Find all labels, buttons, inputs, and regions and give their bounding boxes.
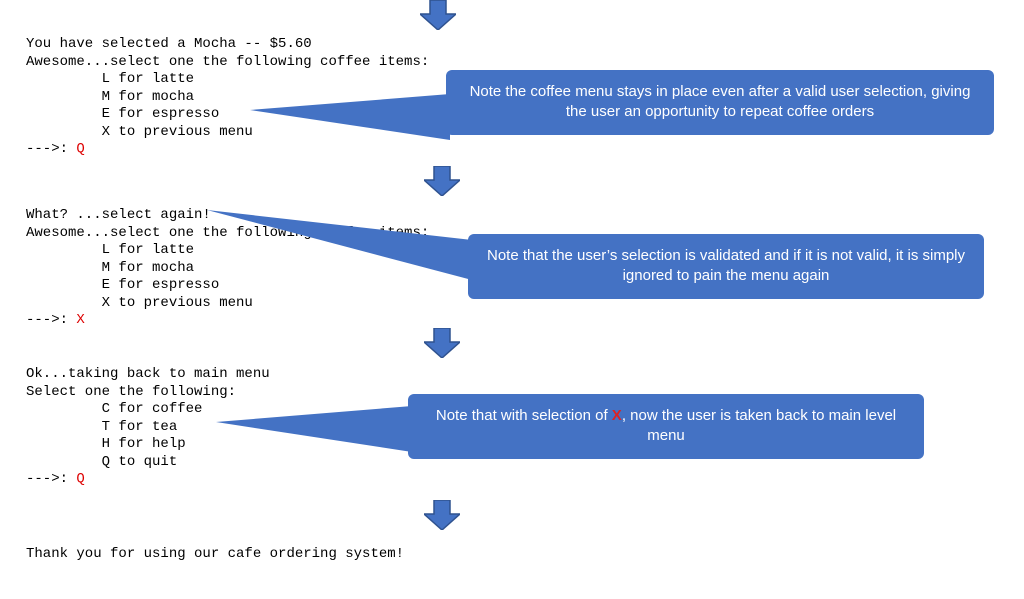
callout-tail-icon [216,406,412,452]
prompt: --->: [26,141,76,157]
prompt: --->: [26,312,76,328]
menu-option: H for help [26,436,186,452]
menu-option: L for latte [26,242,194,258]
callout-text-pre: Note that with selection of [436,407,612,424]
user-input: Q [76,141,84,157]
user-input: Q [76,471,84,487]
text-line: You have selected a Mocha -- $5.60 [26,36,312,52]
callout-tail-icon [250,94,450,140]
callout-text-post: , now the user is taken back to main lev… [622,407,896,444]
menu-option: E for espresso [26,277,219,293]
callout-1: Note the coffee menu stays in place even… [446,70,994,135]
callout-3: Note that with selection of X, now the u… [408,394,924,459]
text-line: Awesome...select one the following coffe… [26,54,429,70]
menu-option: C for coffee [26,401,202,417]
down-arrow-icon [424,166,460,196]
menu-option: Q to quit [26,454,177,470]
user-input: X [76,312,84,328]
text-line: What? ...select again! [26,207,211,223]
callout-2: Note that the user’s selection is valida… [468,234,984,299]
menu-option: X to previous menu [26,124,253,140]
console-block-4: Thank you for using our cafe ordering sy… [26,546,404,564]
menu-option: M for mocha [26,260,194,276]
menu-option: X to previous menu [26,295,253,311]
down-arrow-icon [424,328,460,358]
menu-option: T for tea [26,419,177,435]
menu-option: L for latte [26,71,194,87]
callout-tail-icon [207,210,472,280]
text-line: Select one the following: [26,384,236,400]
down-arrow-icon [424,500,460,530]
callout-text: Note the coffee menu stays in place even… [470,83,971,120]
menu-option: M for mocha [26,89,194,105]
down-arrow-icon [420,0,456,30]
text-line: Thank you for using our cafe ordering sy… [26,546,404,562]
menu-option: E for espresso [26,106,219,122]
callout-text-x: X [612,407,622,424]
text-line: Ok...taking back to main menu [26,366,270,382]
callout-text: Note that the user’s selection is valida… [487,247,965,284]
prompt: --->: [26,471,76,487]
